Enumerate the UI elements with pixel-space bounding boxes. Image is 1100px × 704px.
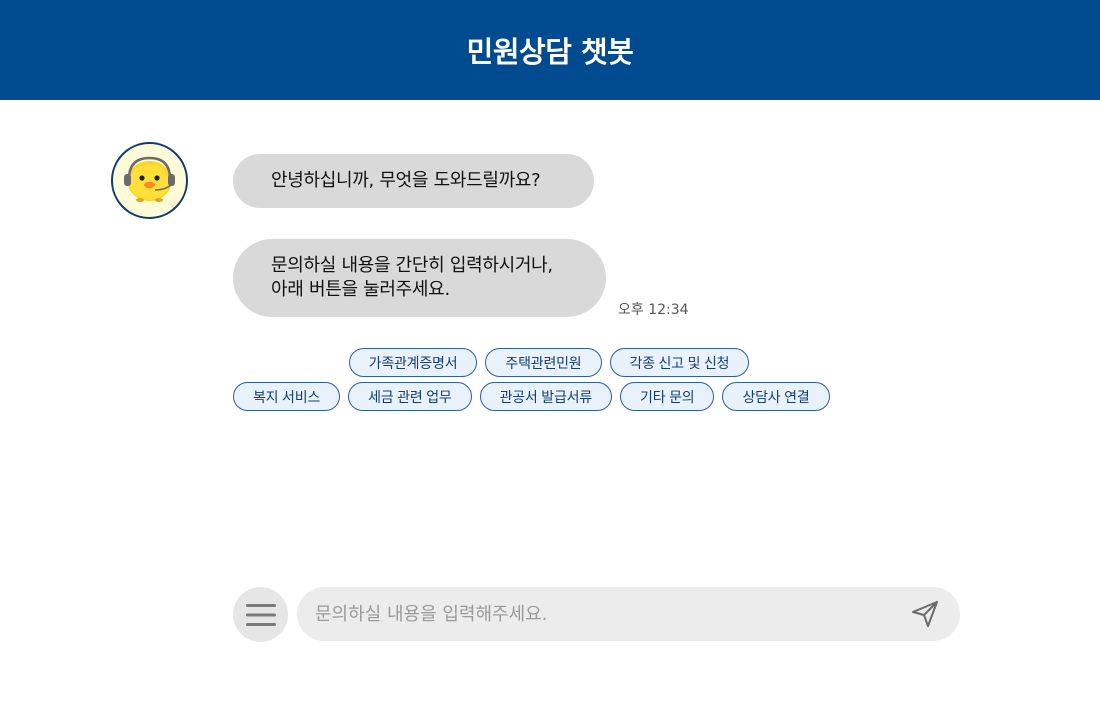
quick-reply-family-certificate[interactable]: 가족관계증명서 bbox=[348, 348, 478, 377]
quick-reply-documents[interactable]: 관공서 발급서류 bbox=[479, 382, 613, 411]
quick-reply-welfare[interactable]: 복지 서비스 bbox=[233, 382, 341, 411]
quick-reply-row-1: 가족관계증명서 주택관련민원 각종 신고 및 신청 bbox=[233, 348, 865, 377]
app-header: 민원상담 챗봇 bbox=[0, 0, 1100, 100]
chatbot-avatar bbox=[111, 142, 188, 219]
quick-reply-other[interactable]: 기타 문의 bbox=[620, 382, 715, 411]
message-text-line-2: 아래 버튼을 눌러주세요. bbox=[271, 279, 450, 300]
menu-button[interactable] bbox=[233, 587, 288, 642]
bot-message-greeting: 안녕하십니까, 무엇을 도와드릴까요? bbox=[233, 154, 594, 208]
paper-plane-send-icon bbox=[912, 601, 938, 627]
message-input[interactable] bbox=[315, 587, 895, 641]
chick-mascot-icon bbox=[124, 156, 175, 202]
message-text-line-1: 문의하실 내용을 간단히 입력하시거나, bbox=[271, 255, 553, 276]
hamburger-menu-icon bbox=[245, 603, 276, 626]
bot-message-instruction: 문의하실 내용을 간단히 입력하시거나, 아래 버튼을 눌러주세요. bbox=[233, 239, 606, 317]
quick-reply-tax[interactable]: 세금 관련 업무 bbox=[348, 382, 472, 411]
page-title: 민원상담 챗봇 bbox=[466, 35, 634, 69]
quick-reply-row-2: 복지 서비스 세금 관련 업무 관공서 발급서류 기타 문의 상담사 연결 bbox=[233, 382, 865, 411]
message-input-container bbox=[297, 587, 960, 641]
quick-reply-agent[interactable]: 상담사 연결 bbox=[722, 382, 830, 411]
quick-reply-housing[interactable]: 주택관련민원 bbox=[485, 348, 602, 377]
send-button[interactable] bbox=[911, 600, 939, 628]
message-text: 안녕하십니까, 무엇을 도와드릴까요? bbox=[271, 170, 541, 191]
message-timestamp: 오후 12:34 bbox=[618, 302, 689, 318]
quick-reply-reports-applications[interactable]: 각종 신고 및 신청 bbox=[609, 348, 750, 377]
